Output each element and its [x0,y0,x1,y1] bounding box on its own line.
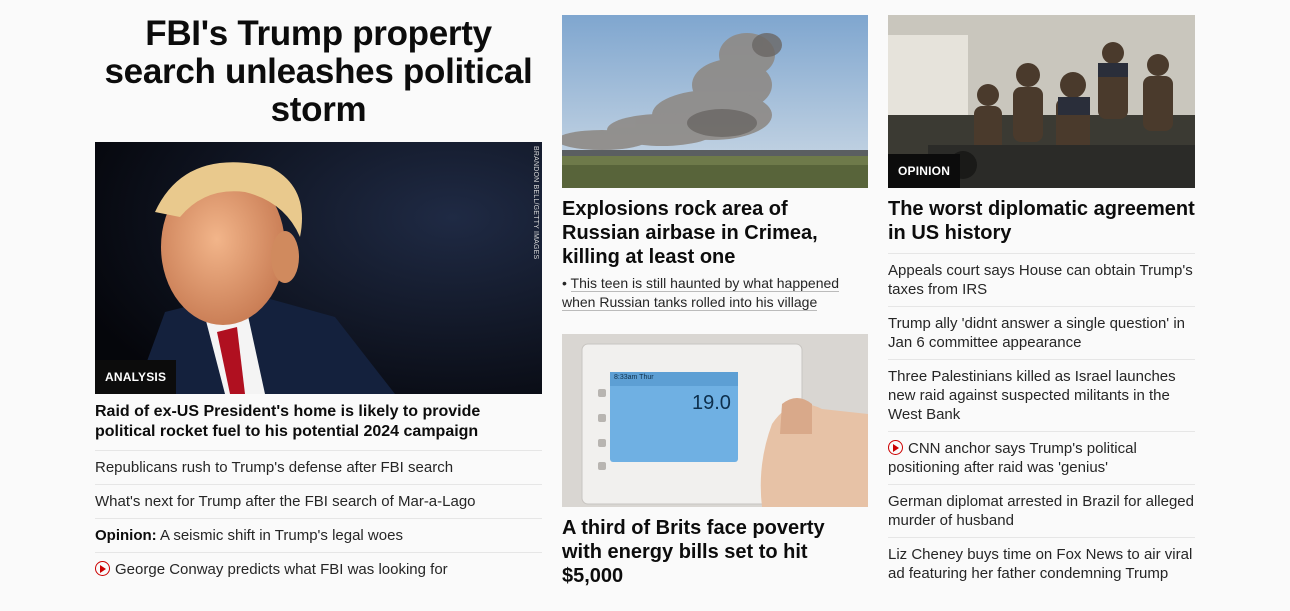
thermostat-temp: 19.0 [692,392,731,414]
list-item[interactable]: Appeals court says House can obtain Trum… [888,254,1195,307]
crimea-photo-art [562,15,868,188]
analysis-label: ANALYSIS [95,360,177,394]
list-item-text: Liz Cheney buys time on Fox News to air … [888,546,1193,582]
taliban-photo[interactable]: OPINION [888,15,1195,188]
list-item[interactable]: Three Palestinians killed as Israel laun… [888,360,1195,432]
list-item[interactable]: Trump ally 'didnt answer a single questi… [888,307,1195,360]
list-item-text: German diplomat arrested in Brazil for a… [888,493,1194,529]
trump-photo-art [95,142,542,394]
video-link[interactable]: George Conway predicts what FBI was look… [95,553,542,586]
crimea-sub-link[interactable]: • This teen is still haunted by what hap… [562,274,868,312]
list-item[interactable]: Liz Cheney buys time on Fox News to air … [888,538,1195,590]
crimea-sub-text: This teen is still haunted by what happe… [562,275,840,311]
list-item-text: CNN anchor says Trump's political positi… [888,440,1137,476]
lead-story-title[interactable]: Raid of ex-US President's home is likely… [95,402,542,451]
image-credit: BRANDON BELL/GETTY IMAGES [532,146,539,260]
energy-title[interactable]: A third of Brits face poverty with energ… [562,516,868,588]
thermostat-time: 8:33am Thur [614,374,654,381]
opinion-text: A seismic shift in Trump's legal woes [156,527,403,544]
diplomatic-title[interactable]: The worst diplomatic agreement in US his… [888,197,1195,254]
opinion-prefix: Opinion: [95,527,157,544]
list-item[interactable]: Republicans rush to Trump's defense afte… [95,451,542,485]
video-link-text: George Conway predicts what FBI was look… [115,561,448,578]
play-icon [888,440,903,455]
thermostat-photo-art [562,334,868,507]
opinion-link[interactable]: Opinion: A seismic shift in Trump's lega… [95,519,542,553]
list-item[interactable]: What's next for Trump after the FBI sear… [95,485,542,519]
video-link[interactable]: CNN anchor says Trump's political positi… [888,432,1195,485]
crimea-photo[interactable] [562,15,868,188]
opinion-label: OPINION [888,154,961,188]
list-item-text: Three Palestinians killed as Israel laun… [888,368,1176,423]
main-headline[interactable]: FBI's Trump property search unleashes po… [95,15,542,129]
list-item[interactable]: German diplomat arrested in Brazil for a… [888,485,1195,538]
crimea-title[interactable]: Explosions rock area of Russian airbase … [562,197,868,269]
trump-photo[interactable]: BRANDON BELL/GETTY IMAGES ANALYSIS [95,142,542,394]
list-item-text: Trump ally 'didnt answer a single questi… [888,315,1185,351]
thermostat-photo[interactable]: 8:33am Thur 19.0 [562,334,868,507]
middle-column: Explosions rock area of Russian airbase … [562,15,868,588]
right-column: OPINION The worst diplomatic agreement i… [888,15,1195,590]
main-story-column: FBI's Trump property search unleashes po… [95,15,542,586]
list-item-text: Appeals court says House can obtain Trum… [888,262,1193,298]
play-icon [95,561,110,576]
